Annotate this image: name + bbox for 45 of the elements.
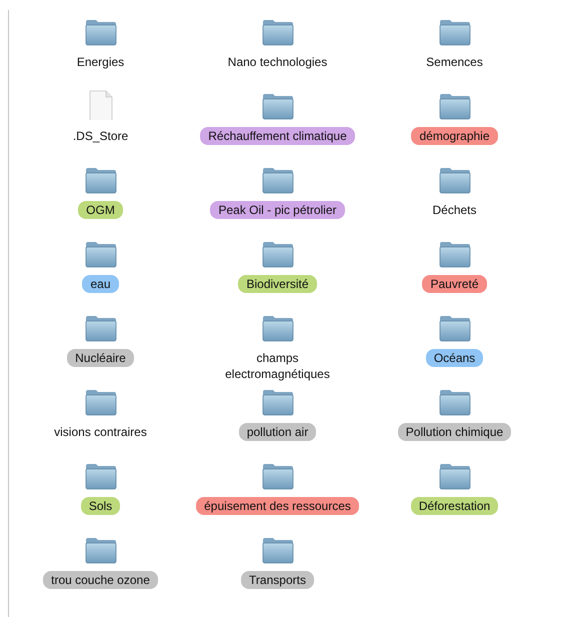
file-name[interactable]: Pollution chimique — [398, 423, 512, 441]
file-name[interactable]: Réchauffement climatique — [200, 127, 355, 145]
file-name[interactable]: trou couche ozone — [43, 571, 158, 589]
folder-icon — [84, 18, 118, 46]
file-name[interactable]: Energies — [68, 53, 132, 71]
folder-icon — [260, 388, 294, 416]
folder-icon — [260, 462, 294, 490]
folder-icon — [260, 536, 294, 564]
folder-icon — [438, 314, 472, 342]
file-name[interactable]: eau — [82, 275, 119, 293]
file-name[interactable]: champs electromagnétiques — [196, 349, 359, 383]
file-name[interactable]: Nucléaire — [67, 349, 134, 367]
file-name[interactable]: démographie — [411, 127, 498, 145]
folder-icon — [260, 92, 294, 120]
file-name[interactable]: Déchets — [424, 201, 485, 219]
folder-icon — [438, 166, 472, 194]
file-name[interactable]: Transports — [241, 571, 314, 589]
file-name[interactable]: Sols — [80, 497, 120, 515]
file-name[interactable]: Océans — [426, 349, 484, 367]
folder-icon — [84, 166, 118, 194]
folder-icon — [260, 240, 294, 268]
folder-icon — [438, 462, 472, 490]
file-name[interactable]: Pauvreté — [422, 275, 487, 293]
file-name[interactable]: .DS_Store — [64, 127, 136, 145]
folder-icon — [438, 388, 472, 416]
folder-icon — [84, 536, 118, 564]
folder-icon — [84, 240, 118, 268]
folder-icon — [260, 314, 294, 342]
folder-icon — [260, 18, 294, 46]
folder-icon — [84, 314, 118, 342]
file-name[interactable]: pollution air — [238, 423, 316, 441]
folder-icon — [260, 166, 294, 194]
folder-icon — [438, 240, 472, 268]
file-name[interactable]: Biodiversité — [238, 275, 317, 293]
folder-icon — [438, 92, 472, 120]
file-name[interactable]: Déforestation — [410, 497, 498, 515]
file-name[interactable]: Semences — [418, 53, 491, 71]
file-name[interactable]: Peak Oil - pic pétrolier — [210, 201, 345, 219]
folder-icon — [84, 388, 118, 416]
folder-icon — [438, 18, 472, 46]
file-name[interactable]: visions contraires — [46, 423, 155, 441]
file-name[interactable]: épuisement des ressources — [196, 497, 359, 515]
file-name[interactable]: OGM — [78, 201, 123, 219]
folder-icon — [84, 462, 118, 490]
file-name[interactable]: Nano technologies — [220, 53, 336, 71]
